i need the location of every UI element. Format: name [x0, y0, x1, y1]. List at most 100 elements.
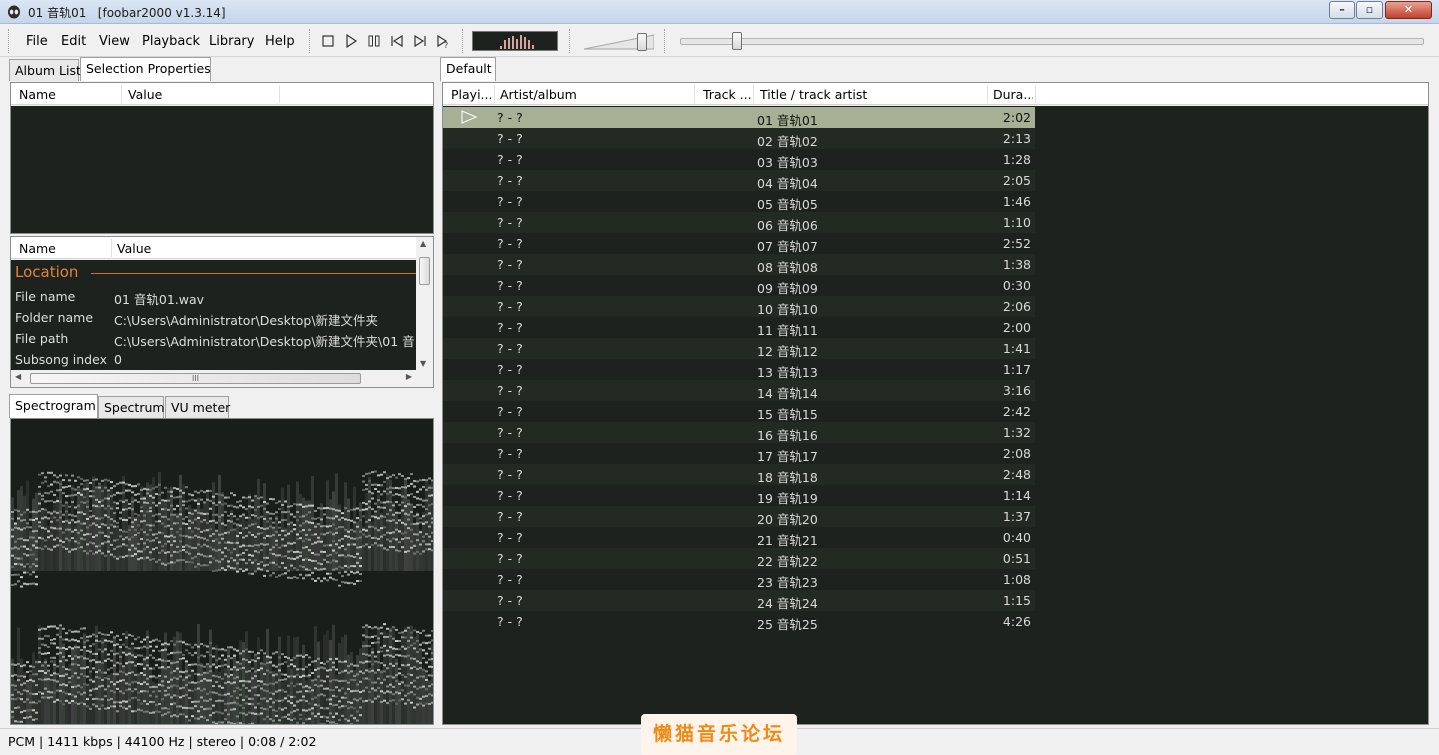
scrollbar-thumb[interactable]: III	[30, 373, 361, 384]
spectrogram-mark	[356, 525, 359, 528]
playlist-row[interactable]: ? - ? 23 音轨23 1:08	[443, 569, 1035, 590]
playlist-row[interactable]: ? - ? 12 音轨12 1:41	[443, 338, 1035, 359]
column-divider[interactable]	[279, 85, 280, 103]
column-track[interactable]: Track ...	[703, 87, 753, 102]
random-button[interactable]: ?	[435, 33, 451, 50]
menu-file[interactable]: File	[26, 34, 48, 49]
column-divider[interactable]	[694, 85, 695, 103]
horizontal-scrollbar[interactable]: ◀ III ▶	[11, 370, 416, 387]
playlist-row[interactable]: ? - ? 06 音轨06 1:10	[443, 212, 1035, 233]
scroll-up-icon[interactable]: ▲	[420, 239, 426, 248]
menu-library[interactable]: Library	[209, 34, 254, 49]
tab-spectrum[interactable]: Spectrum	[98, 396, 165, 418]
list-body[interactable]	[11, 106, 433, 233]
tab-album-list[interactable]: Album List	[9, 59, 81, 81]
spectrogram-mark	[170, 513, 173, 516]
menu-edit[interactable]: Edit	[61, 34, 86, 49]
column-title[interactable]: Title / track artist	[760, 87, 867, 102]
spectrogram-mark	[152, 524, 155, 527]
column-name[interactable]: Name	[19, 241, 56, 256]
play-button[interactable]	[343, 33, 359, 49]
close-button[interactable]: ✕	[1385, 1, 1432, 19]
spectrogram-mark	[98, 517, 101, 520]
volume-slider-thumb[interactable]	[637, 33, 647, 51]
playlist-row[interactable]: ? - ? 04 音轨04 2:05	[443, 170, 1035, 191]
toolbar-grip[interactable]	[462, 29, 465, 53]
column-divider[interactable]	[121, 85, 122, 103]
column-value[interactable]: Value	[117, 241, 151, 256]
playlist-row[interactable]: ? - ? 01 音轨01 2:02	[443, 107, 1035, 128]
spectrogram-mark	[179, 657, 182, 660]
menu-help[interactable]: Help	[265, 34, 295, 49]
column-playing[interactable]: Playi...	[451, 87, 493, 102]
playlist-row[interactable]: ? - ? 08 音轨08 1:38	[443, 254, 1035, 275]
maximize-button[interactable]: ▫	[1356, 1, 1383, 19]
playlist-row[interactable]: ? - ? 19 音轨19 1:14	[443, 485, 1035, 506]
column-name[interactable]: Name	[19, 87, 56, 102]
toolbar-grip[interactable]	[8, 29, 11, 53]
column-divider[interactable]	[987, 85, 988, 103]
spectrogram-mark	[11, 510, 14, 513]
property-row[interactable]: File path C:\Users\Administrator\Desktop…	[11, 328, 416, 349]
column-duration[interactable]: Dura...	[993, 87, 1033, 102]
property-row[interactable]: File name 01 音轨01.wav	[11, 286, 416, 307]
playlist-row[interactable]: ? - ? 14 音轨14 3:16	[443, 380, 1035, 401]
menu-playback[interactable]: Playback	[142, 34, 200, 49]
playlist-row[interactable]: ? - ? 10 音轨10 2:06	[443, 296, 1035, 317]
spectrogram-mark	[356, 710, 359, 713]
playlist-row[interactable]: ? - ? 17 音轨17 2:08	[443, 443, 1035, 464]
playlist-row[interactable]: ? - ? 15 音轨15 2:42	[443, 401, 1035, 422]
playlist-row[interactable]: ? - ? 11 音轨11 2:00	[443, 317, 1035, 338]
column-artist-album[interactable]: Artist/album	[500, 87, 577, 102]
playlist-row[interactable]: ? - ? 16 音轨16 1:32	[443, 422, 1035, 443]
playlist-row[interactable]: ? - ? 02 音轨02 2:13	[443, 128, 1035, 149]
scroll-right-icon[interactable]: ▶	[406, 372, 412, 381]
playlist-body[interactable]: ? - ? 01 音轨01 2:02? - ? 02 音轨02 2:13? - ? 03 …	[443, 106, 1428, 724]
previous-button[interactable]	[389, 33, 405, 49]
spectrogram-mark	[293, 557, 296, 560]
playlist-row[interactable]: ? - ? 25 音轨25 4:26	[443, 611, 1035, 632]
column-divider[interactable]	[753, 85, 754, 103]
stop-button[interactable]	[320, 33, 336, 49]
property-row[interactable]: Folder name C:\Users\Administrator\Deskt…	[11, 307, 416, 328]
scroll-left-icon[interactable]: ◀	[15, 372, 21, 381]
spectrogram-mark	[230, 492, 233, 495]
column-value[interactable]: Value	[128, 87, 162, 102]
column-divider[interactable]	[494, 85, 495, 103]
toolbar-grip[interactable]	[664, 29, 667, 53]
column-divider[interactable]	[111, 239, 112, 257]
spectrogram-mark	[257, 669, 260, 672]
toolbar-grip[interactable]	[309, 29, 312, 53]
pause-button[interactable]	[366, 33, 382, 49]
spectrogram-mark	[371, 471, 374, 474]
playlist-row[interactable]: ? - ? 20 音轨20 1:37	[443, 506, 1035, 527]
playlist-row[interactable]: ? - ? 09 音轨09 0:30	[443, 275, 1035, 296]
playlist-row[interactable]: ? - ? 07 音轨07 2:52	[443, 233, 1035, 254]
minimize-button[interactable]: –	[1329, 1, 1355, 19]
tab-default[interactable]: Default	[440, 57, 496, 81]
playlist-row[interactable]: ? - ? 13 音轨13 1:17	[443, 359, 1035, 380]
playlist-row[interactable]: ? - ? 21 音轨21 0:40	[443, 527, 1035, 548]
spectrogram-mark	[95, 478, 98, 481]
spectrogram-mark	[170, 543, 173, 546]
menu-view[interactable]: View	[99, 34, 130, 49]
playlist-row[interactable]: ? - ? 24 音轨24 1:15	[443, 590, 1035, 611]
playlist-row[interactable]: ? - ? 05 音轨05 1:46	[443, 191, 1035, 212]
playlist-row[interactable]: ? - ? 03 音轨03 1:28	[443, 149, 1035, 170]
seek-bar[interactable]	[680, 38, 1424, 45]
spectrogram-mark	[119, 690, 122, 693]
scrollbar-thumb[interactable]	[419, 257, 430, 285]
spectrogram-mark	[56, 680, 59, 683]
tab-selection-properties[interactable]: Selection Properties	[80, 57, 211, 81]
next-button[interactable]	[412, 33, 428, 49]
tab-spectrogram[interactable]: Spectrogram	[9, 394, 98, 418]
toolbar-grip[interactable]	[569, 29, 572, 53]
scroll-down-icon[interactable]: ▼	[420, 359, 426, 368]
property-row[interactable]: Subsong index 0	[11, 349, 416, 370]
vertical-scrollbar[interactable]: ▲ ▼	[416, 237, 433, 370]
seek-bar-thumb[interactable]	[732, 32, 743, 50]
column-divider[interactable]	[1035, 85, 1036, 103]
playlist-row[interactable]: ? - ? 22 音轨22 0:51	[443, 548, 1035, 569]
tab-vu-meter[interactable]: VU meter	[165, 396, 230, 418]
playlist-row[interactable]: ? - ? 18 音轨18 2:48	[443, 464, 1035, 485]
